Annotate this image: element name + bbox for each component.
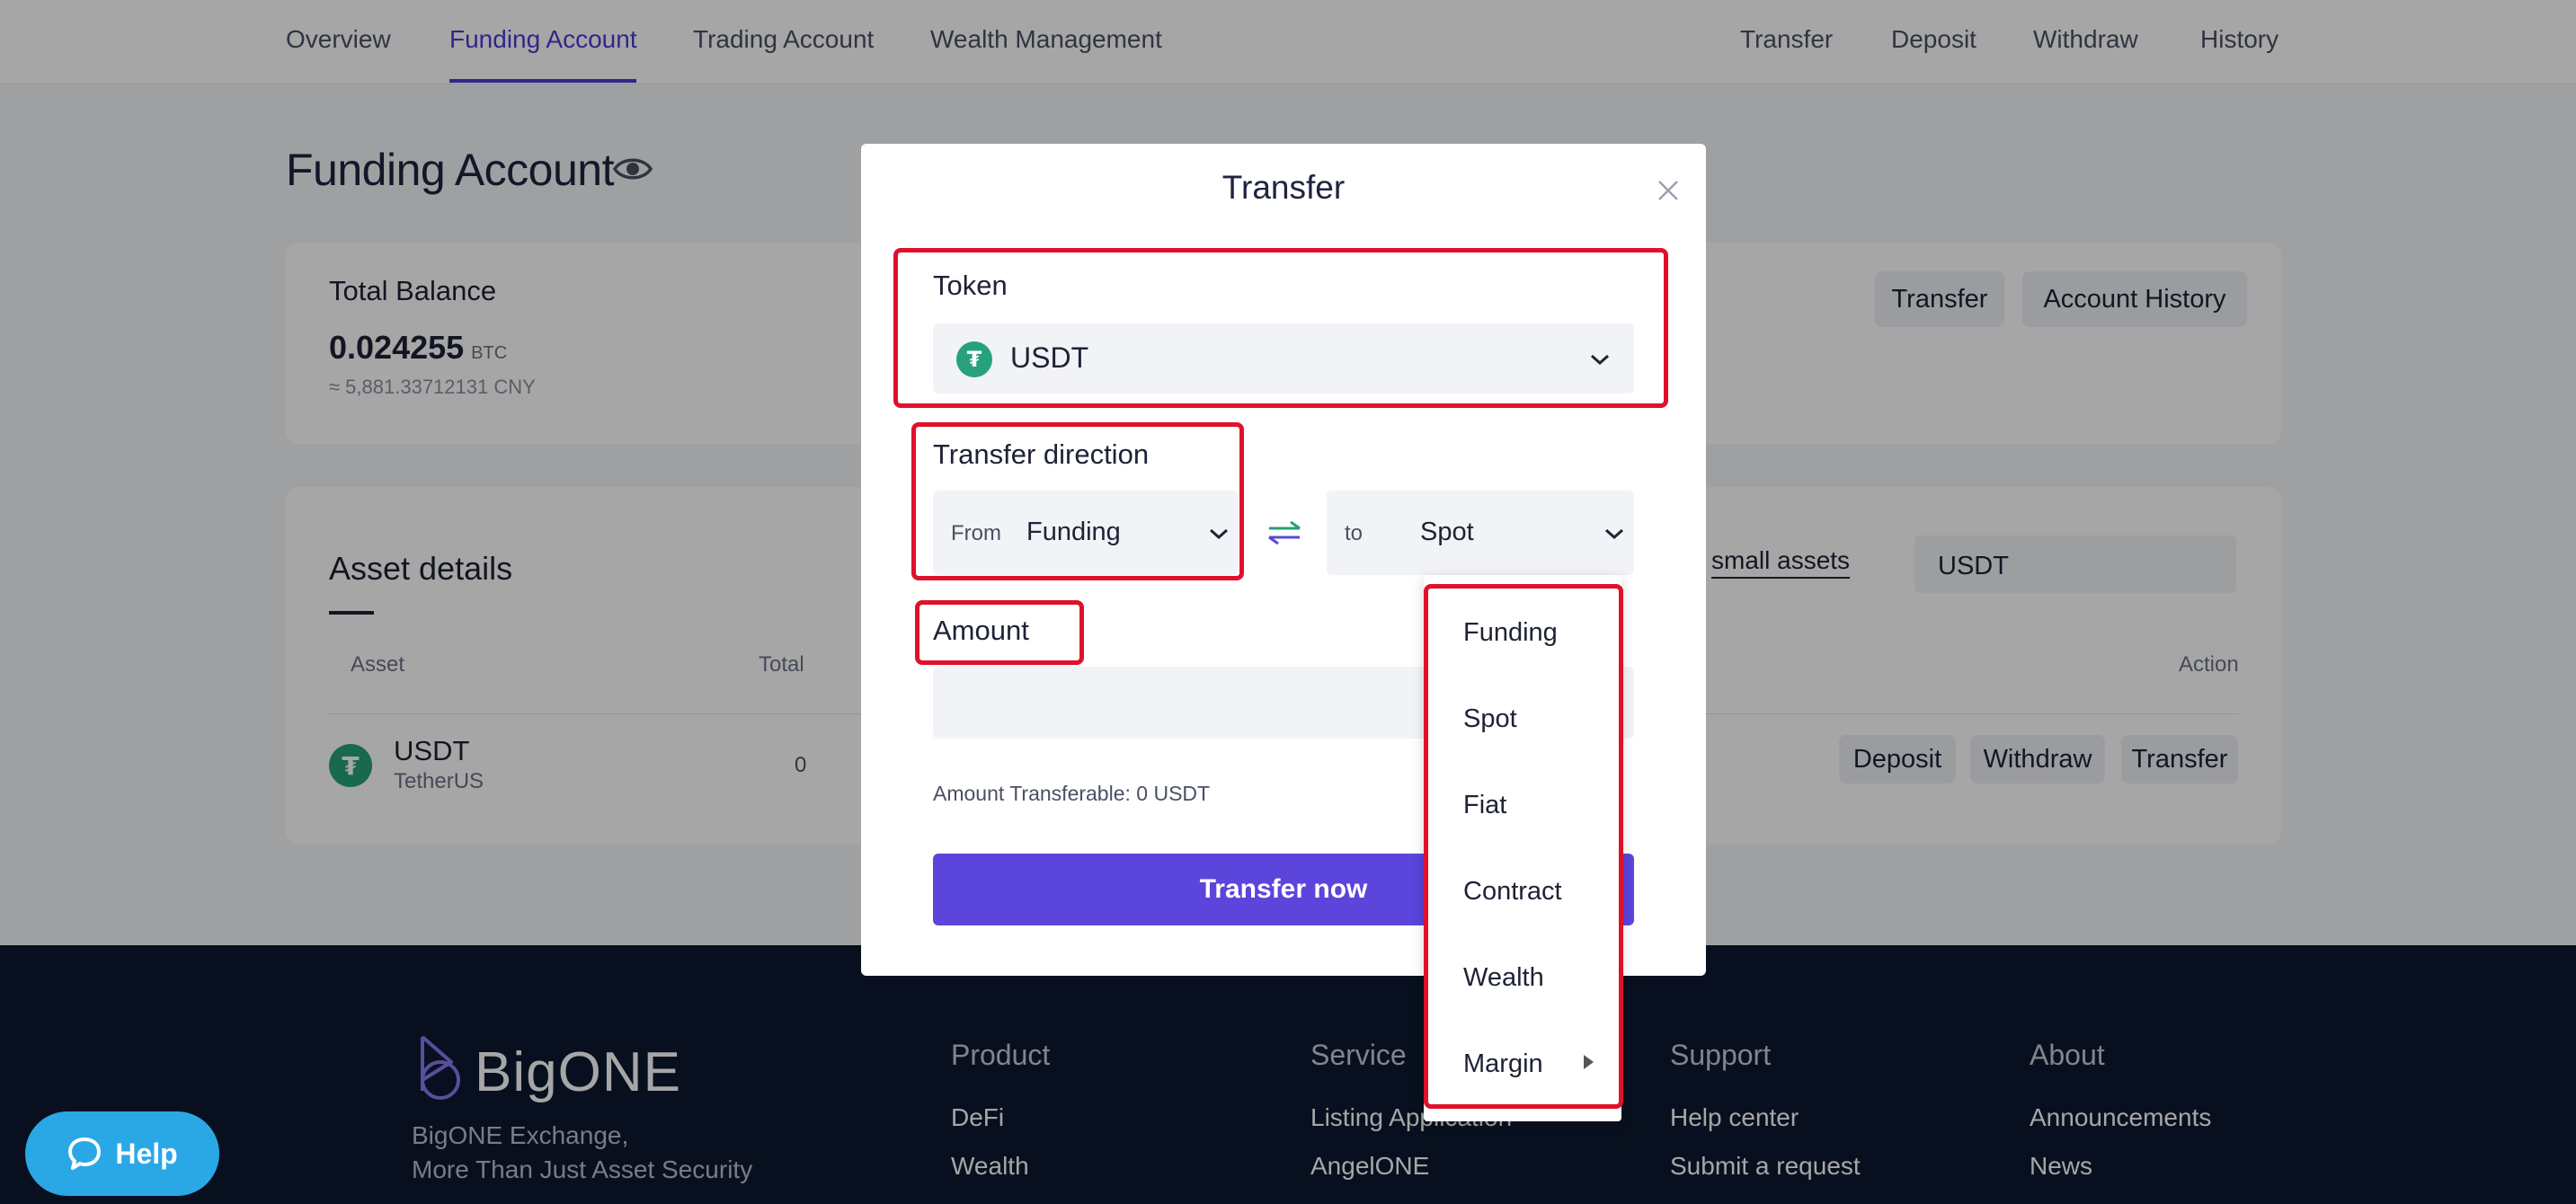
swap-direction-icon[interactable] [1267, 519, 1301, 546]
chat-bubble-icon [68, 1138, 102, 1170]
option-funding[interactable]: Funding [1463, 618, 1558, 648]
from-prefix: From [951, 521, 1001, 545]
chevron-down-icon [1605, 528, 1623, 540]
submenu-arrow-icon [1584, 1055, 1594, 1069]
from-account-select[interactable]: From Funding [933, 491, 1239, 575]
from-selected-value: Funding [1026, 518, 1121, 546]
usdt-token-icon: ₮ [956, 341, 992, 377]
token-label: Token [933, 270, 1008, 301]
to-account-dropdown: Funding Spot Fiat Contract Wealth Margin [1424, 575, 1621, 1121]
chevron-down-icon [1591, 354, 1609, 366]
modal-title: Transfer [1221, 169, 1346, 206]
token-select[interactable]: ₮ USDT [933, 323, 1634, 394]
amount-label: Amount [933, 615, 1029, 646]
to-account-select[interactable]: to Spot [1327, 491, 1634, 575]
chevron-down-icon [1210, 528, 1228, 540]
to-selected-value: Spot [1420, 518, 1474, 546]
transfer-direction-label: Transfer direction [933, 438, 1150, 470]
option-contract[interactable]: Contract [1463, 877, 1562, 907]
option-spot[interactable]: Spot [1463, 704, 1517, 734]
option-fiat[interactable]: Fiat [1463, 791, 1506, 820]
option-wealth[interactable]: Wealth [1463, 963, 1544, 993]
token-selected-value: USDT [1010, 341, 1089, 374]
help-button[interactable]: Help [25, 1111, 219, 1196]
close-icon[interactable] [1654, 176, 1683, 205]
help-label: Help [115, 1137, 178, 1170]
to-prefix: to [1345, 521, 1364, 545]
amount-transferable: Amount Transferable: 0 USDT [933, 782, 1211, 805]
option-margin[interactable]: Margin [1463, 1049, 1543, 1079]
